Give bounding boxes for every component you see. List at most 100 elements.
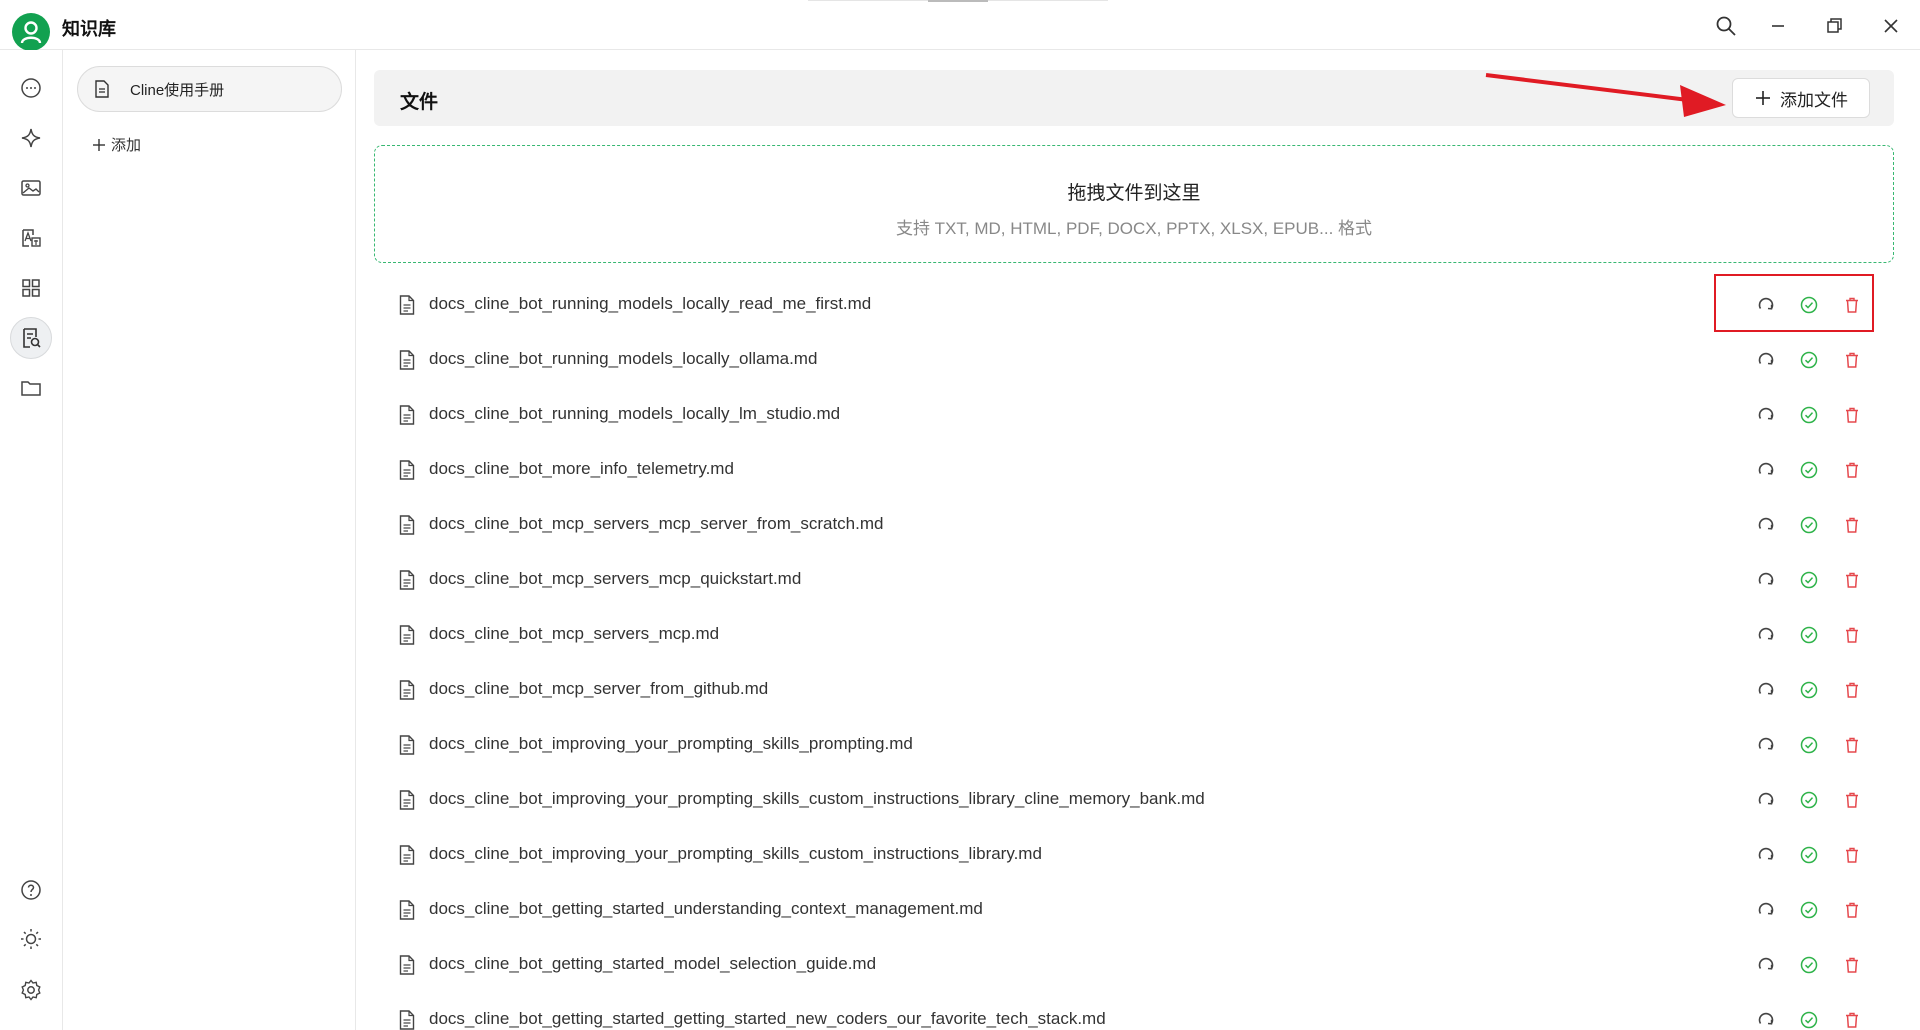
- refresh-file-button[interactable]: [1756, 735, 1776, 755]
- file-row[interactable]: docs_cline_bot_improving_your_prompting_…: [374, 827, 1904, 882]
- delete-file-button[interactable]: [1842, 735, 1862, 755]
- dropzone-title: 拖拽文件到这里: [1067, 183, 1201, 204]
- rail-agents-button[interactable]: [10, 117, 52, 159]
- file-name: docs_cline_bot_mcp_servers_mcp.md: [429, 624, 720, 643]
- add-file-button[interactable]: 添加文件: [1732, 78, 1870, 118]
- settings-gear-icon: [21, 979, 41, 1001]
- delete-file-button[interactable]: [1842, 845, 1862, 865]
- file-name: docs_cline_bot_mcp_server_from_github.md: [429, 679, 769, 698]
- search-button[interactable]: [1714, 14, 1738, 38]
- trash-icon: [1846, 517, 1858, 533]
- delete-file-button[interactable]: [1842, 350, 1862, 370]
- file-row[interactable]: docs_cline_bot_running_models_locally_ol…: [374, 332, 1904, 387]
- refresh-file-button[interactable]: [1756, 955, 1776, 975]
- document-icon: [399, 900, 415, 920]
- file-row[interactable]: docs_cline_bot_getting_started_model_sel…: [374, 937, 1904, 992]
- rail-apps-button[interactable]: [10, 267, 52, 309]
- delete-file-button[interactable]: [1842, 405, 1862, 425]
- file-status-processed: [1799, 1010, 1819, 1030]
- check-circle-icon: [1800, 461, 1818, 479]
- file-name: docs_cline_bot_getting_started_understan…: [429, 899, 983, 918]
- check-circle-icon: [1800, 846, 1818, 864]
- rail-settings-button[interactable]: [10, 969, 52, 1011]
- delete-file-button[interactable]: [1842, 955, 1862, 975]
- delete-file-button[interactable]: [1842, 570, 1862, 590]
- file-row[interactable]: docs_cline_bot_running_models_locally_re…: [374, 277, 1904, 332]
- files-section-title: 文件: [400, 92, 439, 113]
- refresh-file-button[interactable]: [1756, 1010, 1776, 1030]
- refresh-icon: [1758, 517, 1774, 530]
- delete-file-button[interactable]: [1842, 1010, 1862, 1030]
- check-circle-icon: [1800, 406, 1818, 424]
- refresh-icon: [1758, 352, 1774, 365]
- add-knowledge-base-button[interactable]: 添加: [91, 134, 141, 155]
- file-row[interactable]: docs_cline_bot_getting_started_understan…: [374, 882, 1904, 937]
- file-name: docs_cline_bot_running_models_locally_re…: [429, 294, 872, 313]
- refresh-icon: [1758, 902, 1774, 915]
- close-button[interactable]: [1879, 14, 1903, 38]
- rail-help-button[interactable]: [10, 869, 52, 911]
- file-row[interactable]: docs_cline_bot_mcp_servers_mcp_quickstar…: [374, 552, 1904, 607]
- file-name: docs_cline_bot_getting_started_getting_s…: [429, 1009, 1106, 1028]
- refresh-file-button[interactable]: [1756, 405, 1776, 425]
- file-row[interactable]: docs_cline_bot_getting_started_getting_s…: [374, 992, 1904, 1030]
- file-list: docs_cline_bot_running_models_locally_re…: [374, 277, 1904, 1030]
- plus-icon: [93, 138, 105, 151]
- drag-handle[interactable]: [928, 0, 988, 2]
- refresh-file-button[interactable]: [1756, 515, 1776, 535]
- file-row[interactable]: docs_cline_bot_improving_your_prompting_…: [374, 717, 1904, 772]
- document-icon: [399, 955, 415, 975]
- refresh-icon: [1758, 1012, 1774, 1025]
- refresh-file-button[interactable]: [1756, 680, 1776, 700]
- file-row[interactable]: docs_cline_bot_running_models_locally_lm…: [374, 387, 1904, 442]
- check-circle-icon: [1800, 351, 1818, 369]
- rail-image-button[interactable]: [10, 167, 52, 209]
- rail-knowledge-base-button[interactable]: [10, 317, 52, 359]
- delete-file-button[interactable]: [1842, 515, 1862, 535]
- refresh-file-button[interactable]: [1756, 460, 1776, 480]
- check-circle-icon: [1800, 791, 1818, 809]
- title-bar: 知识库: [0, 0, 1920, 51]
- delete-file-button[interactable]: [1842, 625, 1862, 645]
- refresh-file-button[interactable]: [1756, 570, 1776, 590]
- minimize-button[interactable]: [1766, 14, 1790, 38]
- file-row[interactable]: docs_cline_bot_mcp_server_from_github.md: [374, 662, 1904, 717]
- check-circle-icon: [1800, 1011, 1818, 1029]
- refresh-file-button[interactable]: [1756, 790, 1776, 810]
- rail-files-button[interactable]: [10, 367, 52, 409]
- refresh-icon: [1758, 682, 1774, 695]
- refresh-icon: [1758, 737, 1774, 750]
- refresh-file-button[interactable]: [1756, 350, 1776, 370]
- file-row[interactable]: docs_cline_bot_improving_your_prompting_…: [374, 772, 1904, 827]
- trash-icon: [1846, 1012, 1858, 1028]
- app-logo-avatar[interactable]: [12, 13, 50, 51]
- rail-theme-button[interactable]: [10, 918, 52, 960]
- delete-file-button[interactable]: [1842, 680, 1862, 700]
- apps-grid-icon: [22, 279, 40, 297]
- file-row[interactable]: docs_cline_bot_more_info_telemetry.md: [374, 442, 1904, 497]
- kb-item-cline-manual[interactable]: Cline使用手册: [77, 66, 342, 112]
- document-icon: [399, 460, 415, 480]
- file-name: docs_cline_bot_more_info_telemetry.md: [429, 459, 734, 478]
- delete-file-button[interactable]: [1842, 460, 1862, 480]
- file-status-processed: [1799, 900, 1819, 920]
- rail-translate-button[interactable]: [10, 217, 52, 259]
- help-icon: [21, 880, 41, 900]
- file-row[interactable]: docs_cline_bot_mcp_servers_mcp_server_fr…: [374, 497, 1904, 552]
- sparkle-icon: [21, 128, 41, 148]
- delete-file-button[interactable]: [1842, 790, 1862, 810]
- refresh-icon: [1758, 627, 1774, 640]
- check-circle-icon: [1800, 956, 1818, 974]
- file-dropzone[interactable]: 拖拽文件到这里 支持 TXT, MD, HTML, PDF, DOCX, PPT…: [374, 145, 1894, 263]
- file-name: docs_cline_bot_mcp_servers_mcp_quickstar…: [429, 569, 802, 588]
- file-status-processed: [1799, 790, 1819, 810]
- file-row[interactable]: docs_cline_bot_mcp_servers_mcp.md: [374, 607, 1904, 662]
- restore-button[interactable]: [1822, 14, 1846, 38]
- refresh-file-button[interactable]: [1756, 625, 1776, 645]
- dropzone-supported-formats: 支持 TXT, MD, HTML, PDF, DOCX, PPTX, XLSX,…: [895, 219, 1373, 238]
- refresh-file-button[interactable]: [1756, 845, 1776, 865]
- rail-chat-button[interactable]: [10, 67, 52, 109]
- folder-icon: [21, 381, 41, 396]
- delete-file-button[interactable]: [1842, 900, 1862, 920]
- refresh-file-button[interactable]: [1756, 900, 1776, 920]
